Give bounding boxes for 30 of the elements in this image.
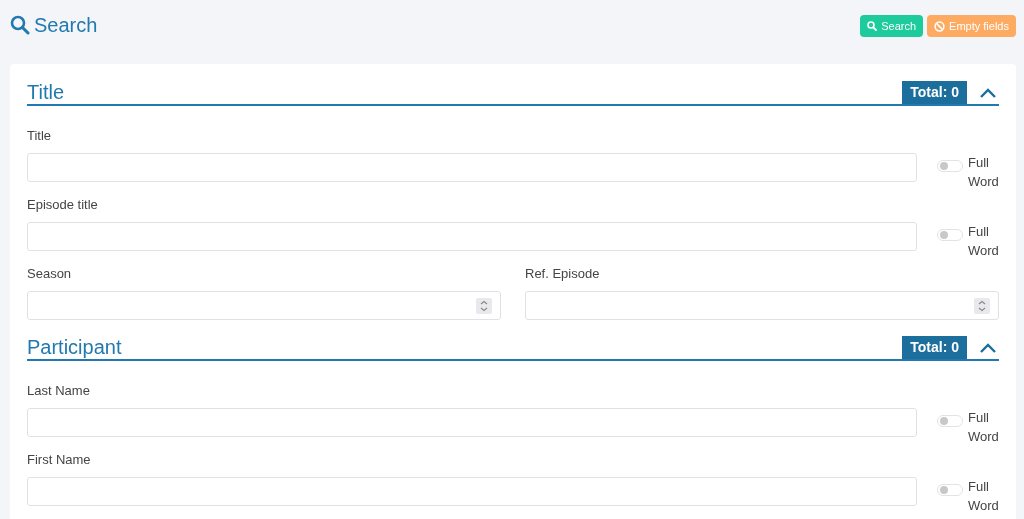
field-label: Last Name <box>27 382 90 400</box>
number-field[interactable] <box>27 291 501 320</box>
field-label: Season <box>27 265 72 283</box>
number-field[interactable] <box>525 291 999 320</box>
toggle-label: Full Word <box>968 223 998 260</box>
toggle-label: Full Word <box>968 154 998 191</box>
page-title: Search <box>34 13 98 38</box>
section-title: Participant <box>27 336 122 359</box>
collapse-icon[interactable] <box>979 86 997 99</box>
total-badge: Total: 0 <box>902 81 967 104</box>
field-label: Episode title <box>27 196 98 214</box>
search-icon <box>10 15 30 35</box>
ban-icon <box>934 20 946 32</box>
field-label: First Name <box>27 451 91 469</box>
total-badge: Total: 0 <box>902 336 967 359</box>
input-field[interactable] <box>27 477 917 506</box>
search-button[interactable]: Search <box>860 15 924 37</box>
toggle-label: Full Word <box>968 478 998 515</box>
input-field[interactable] <box>27 153 917 182</box>
spinner-icon[interactable] <box>476 297 492 314</box>
clear-button[interactable]: Empty fields <box>927 15 1016 37</box>
field-label: Ref. Episode <box>525 265 600 283</box>
collapse-icon[interactable] <box>979 341 997 354</box>
input-field[interactable] <box>27 222 917 251</box>
field-label: Title <box>27 127 52 145</box>
input-field[interactable] <box>27 408 917 437</box>
section-title: Title <box>27 81 65 104</box>
spinner-icon[interactable] <box>974 297 990 314</box>
toggle-label: Full Word <box>968 409 998 446</box>
search-icon <box>867 21 878 31</box>
